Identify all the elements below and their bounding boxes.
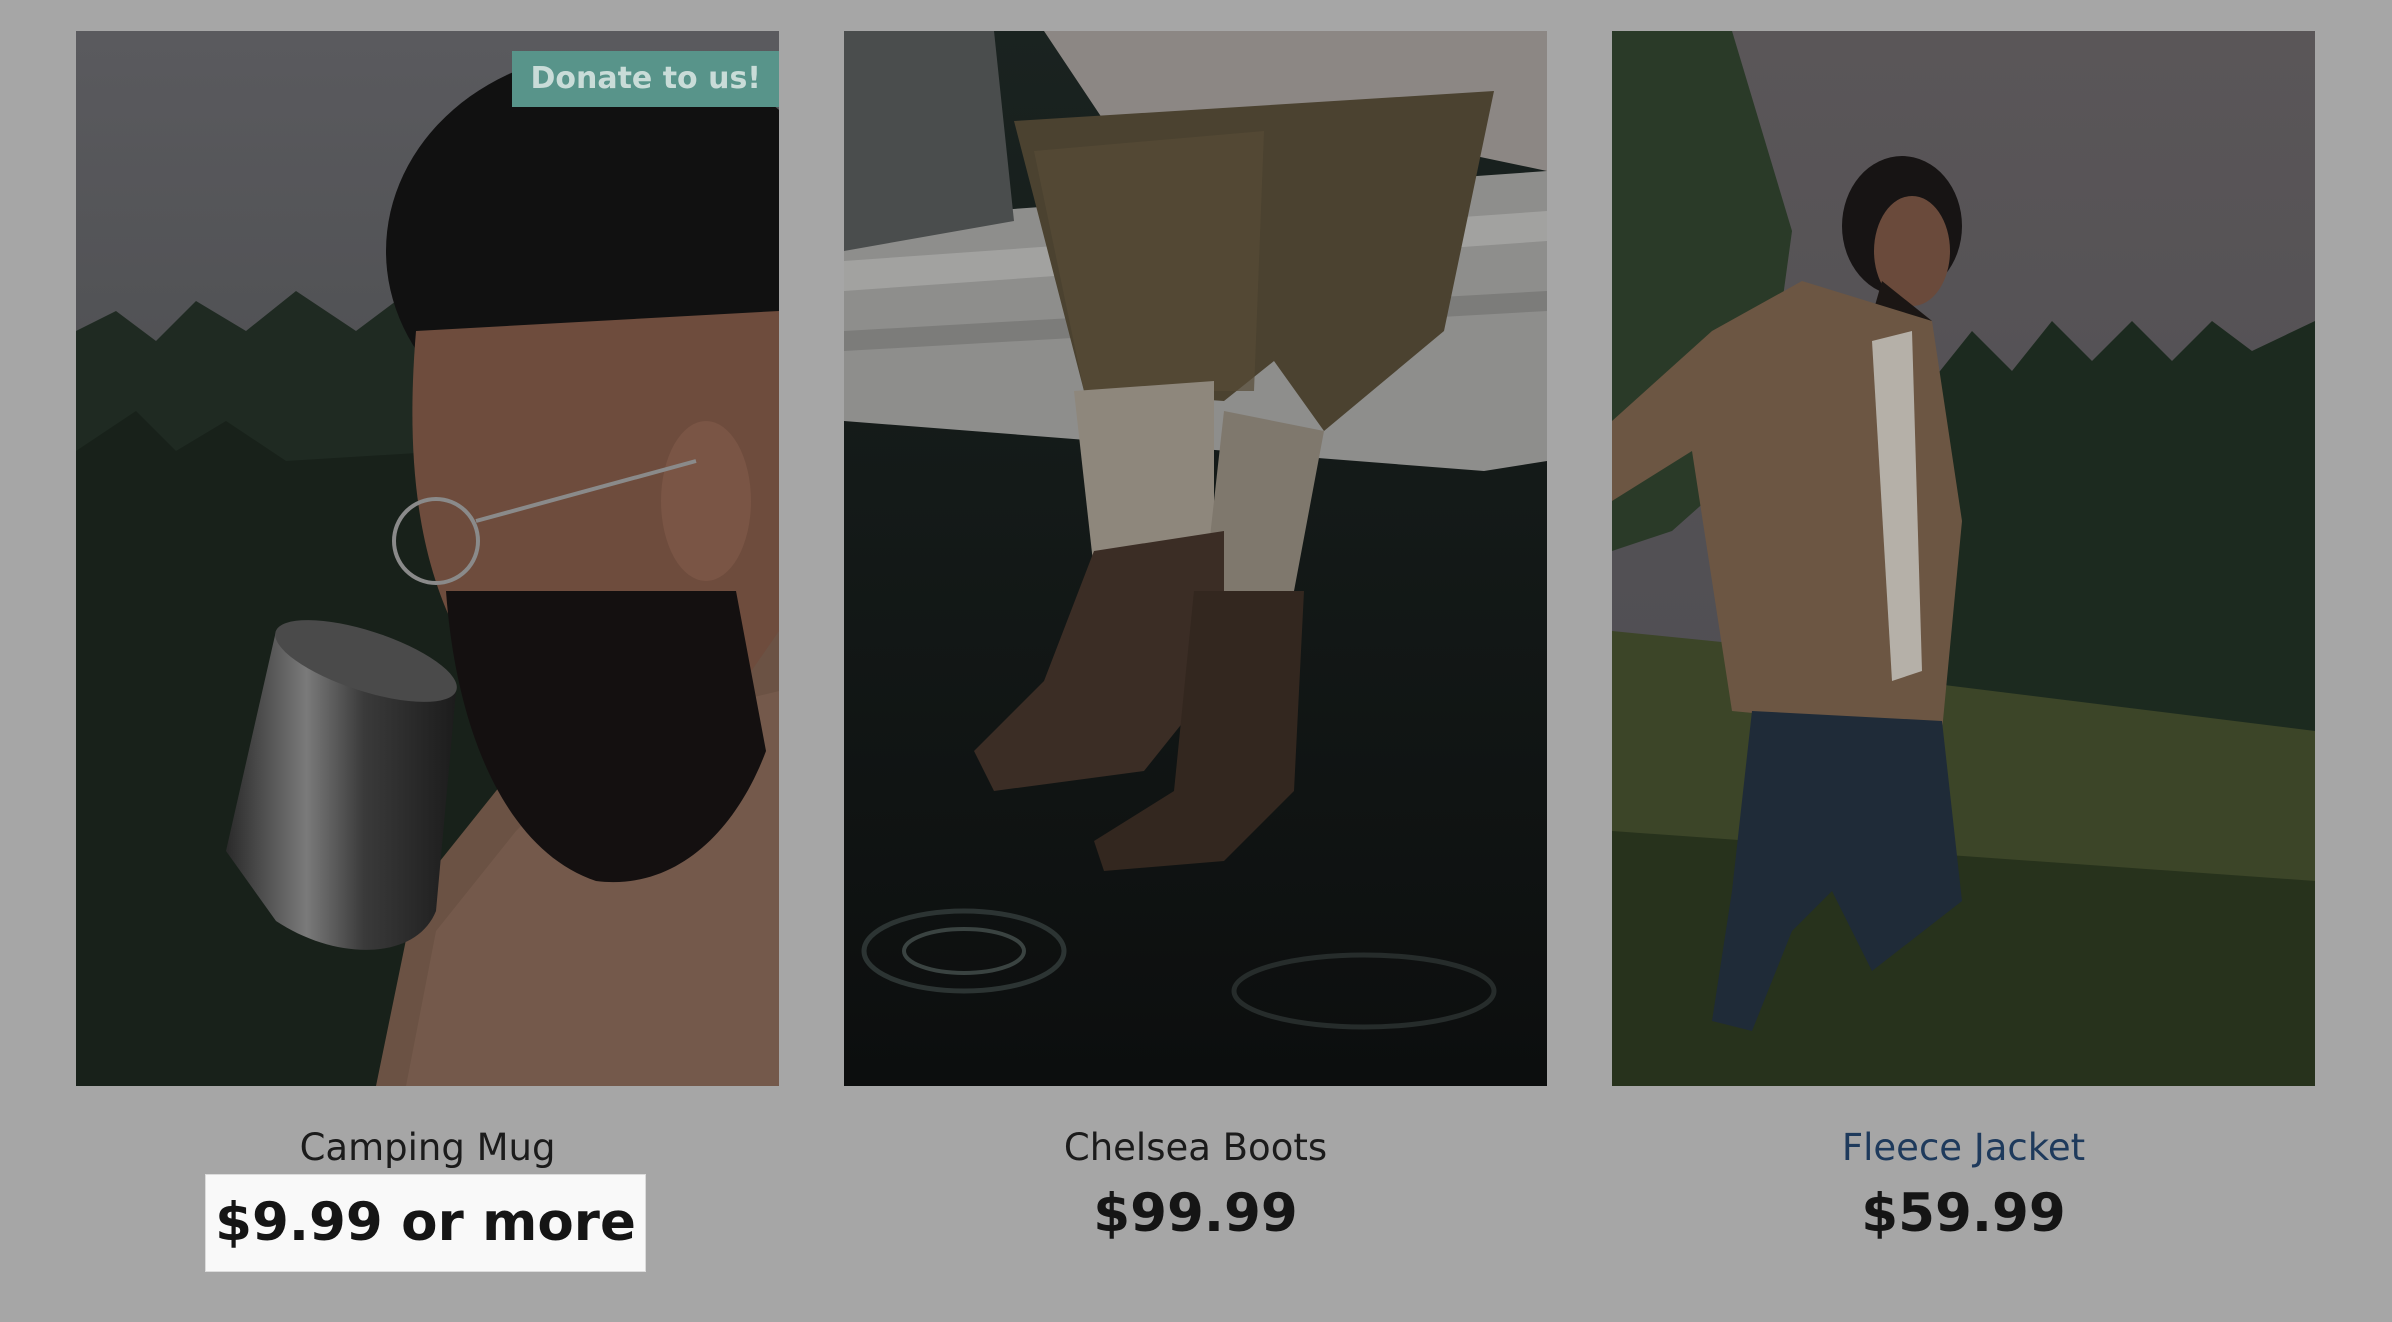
product-price: $9.99 or more (215, 1192, 636, 1253)
donate-badge[interactable]: Donate to us! (512, 51, 779, 107)
product-card-fleece-jacket[interactable]: Fleece Jacket $59.99 (1612, 31, 2315, 1244)
photo-man-drinking-from-mug (76, 31, 779, 1086)
product-card-chelsea-boots[interactable]: Chelsea Boots $99.99 (844, 31, 1547, 1244)
product-grid: Donate to us! Camping Mug $9.99 or more (76, 31, 2316, 1272)
product-title: Chelsea Boots (1063, 1126, 1328, 1169)
product-title: Camping Mug (299, 1126, 556, 1169)
product-title-link[interactable]: Fleece Jacket (1612, 1124, 2315, 1172)
product-card-camping-mug[interactable]: Donate to us! Camping Mug $9.99 or more (76, 31, 779, 1272)
product-price: $99.99 (1093, 1183, 1298, 1244)
price-highlight-box: $9.99 or more (205, 1174, 646, 1272)
product-price: $59.99 (1861, 1183, 2066, 1244)
product-image-camping-mug[interactable]: Donate to us! (76, 31, 779, 1086)
photo-man-walking-in-fleece (1612, 31, 2315, 1086)
product-image-fleece-jacket[interactable] (1612, 31, 2315, 1086)
photo-boots-over-water (844, 31, 1547, 1086)
product-image-chelsea-boots[interactable] (844, 31, 1547, 1086)
